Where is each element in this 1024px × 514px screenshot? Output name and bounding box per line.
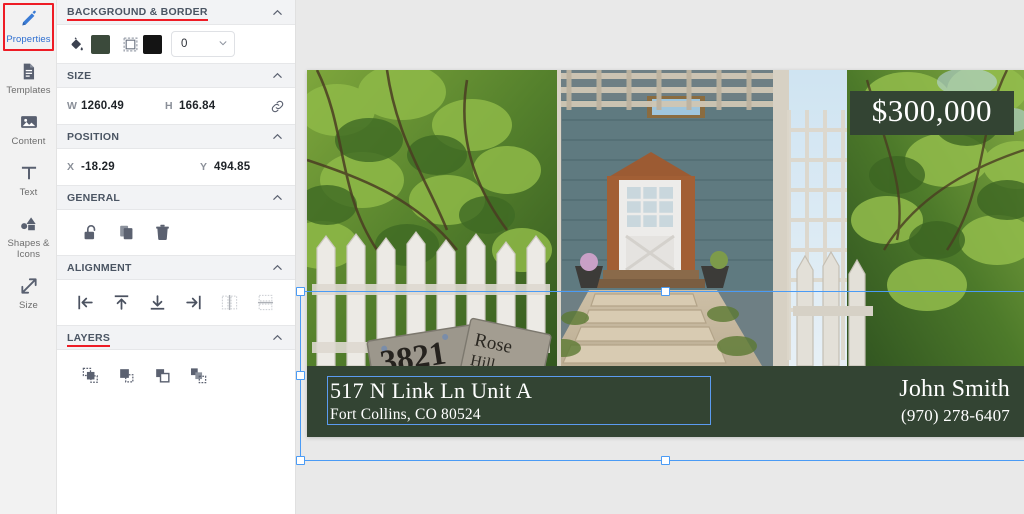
y-value: 494.85 [214,161,251,173]
properties-panel: BACKGROUND & BORDER 0 SIZE W 1260.49 H 1… [57,0,296,514]
send-backward-icon[interactable] [144,361,180,389]
section-title: ALIGNMENT [67,261,132,274]
chevron-up-icon[interactable] [272,192,283,203]
section-header-position[interactable]: POSITION [57,124,295,149]
agent-name: John Smith [899,376,1010,402]
bring-to-front-icon[interactable] [72,361,108,389]
section-header-size[interactable]: SIZE [57,63,295,88]
sidebar-item-label: Properties [6,34,51,45]
sidebar-item-text[interactable]: Text [0,155,57,206]
y-position-field[interactable]: Y 494.85 [200,161,250,173]
resize-handle-middle-left[interactable] [296,371,305,380]
artboard[interactable]: 3821 Rose Hill $300,000 517 N Link Ln Un… [307,70,1024,437]
chevron-up-icon[interactable] [272,131,283,142]
section-title: BACKGROUND & BORDER [67,6,208,21]
height-value: 166.84 [179,100,216,112]
trash-icon[interactable] [144,219,180,247]
agent-info[interactable]: John Smith (970) 278-6407 [899,374,1010,427]
sidebar-item-label: Text [19,187,38,198]
price-banner[interactable]: $300,000 [849,91,1014,135]
resize-handle-bottom-left[interactable] [296,456,305,465]
section-header-background-border[interactable]: BACKGROUND & BORDER [57,0,295,25]
align-right-icon[interactable] [175,289,211,317]
sidebar-item-shapes-icons[interactable]: Shapes & Icons [0,206,57,268]
chevron-up-icon[interactable] [272,7,283,18]
sidebar-item-label: Size [19,300,38,311]
design-canvas[interactable]: 3821 Rose Hill $300,000 517 N Link Ln Un… [296,0,1024,514]
position-controls: X -18.29 Y 494.85 [57,149,295,185]
chevron-down-icon [218,38,228,51]
border-width-select[interactable]: 0 [171,31,235,57]
duplicate-icon[interactable] [108,219,144,247]
text-t-icon [2,162,55,184]
width-field[interactable]: W 1260.49 [67,100,165,112]
sidebar-item-properties[interactable]: Properties [0,2,57,53]
width-label: W [67,100,77,112]
paint-bucket-icon[interactable] [67,35,85,53]
y-label: Y [200,161,208,173]
layers-controls [57,350,295,400]
general-controls [57,210,295,255]
chevron-up-icon[interactable] [272,70,283,81]
resize-arrows-icon [2,275,55,297]
pencil-icon [2,9,55,31]
link-chain-icon[interactable] [269,98,285,114]
left-tool-rail: Properties Templates Content Text Shapes [0,0,57,514]
address-text-box[interactable]: 517 N Link Ln Unit A Fort Collins, CO 80… [327,376,711,425]
x-value: -18.29 [81,161,115,173]
sidebar-item-label: Shapes & Icons [7,238,50,260]
alignment-controls [57,280,295,325]
section-title: SIZE [67,69,92,82]
border-width-value: 0 [181,38,188,50]
unlock-icon[interactable] [72,219,108,247]
align-top-icon[interactable] [103,289,139,317]
align-bottom-icon[interactable] [139,289,175,317]
chevron-up-icon[interactable] [272,262,283,273]
background-border-controls: 0 [57,25,295,63]
image-icon [2,111,55,133]
chevron-up-icon[interactable] [272,332,283,343]
address-line-1: 517 N Link Ln Unit A [330,378,533,403]
x-label: X [67,161,75,173]
sidebar-item-content[interactable]: Content [0,104,57,155]
border-box-icon[interactable] [122,36,138,52]
agent-phone: (970) 278-6407 [900,406,1010,425]
background-color-swatch[interactable] [91,34,110,54]
align-center-vertical-icon[interactable] [247,289,283,317]
shapes-icon [2,213,55,235]
section-header-layers[interactable]: LAYERS [57,325,295,350]
width-value: 1260.49 [81,100,124,112]
bring-forward-icon[interactable] [108,361,144,389]
align-left-icon[interactable] [67,289,103,317]
send-to-back-icon[interactable] [180,361,216,389]
property-photo[interactable]: 3821 Rose Hill $300,000 [307,70,1024,366]
resize-handle-top-left[interactable] [296,287,305,296]
x-position-field[interactable]: X -18.29 [67,161,200,173]
border-color-swatch[interactable] [143,34,162,54]
sidebar-item-templates[interactable]: Templates [0,53,57,104]
section-header-alignment[interactable]: ALIGNMENT [57,255,295,280]
section-title: POSITION [67,130,120,143]
price-text: $300,000 [871,93,992,128]
sidebar-item-size[interactable]: Size [0,268,57,319]
section-header-general[interactable]: GENERAL [57,185,295,210]
height-field[interactable]: H 166.84 [165,100,215,112]
sidebar-item-label: Templates [6,85,51,96]
section-title: LAYERS [67,331,111,347]
size-controls: W 1260.49 H 166.84 [57,88,295,124]
align-center-horizontal-icon[interactable] [211,289,247,317]
document-icon [2,60,55,82]
height-label: H [165,100,173,112]
address-line-2: Fort Collins, CO 80524 [330,406,481,423]
info-bar[interactable]: 517 N Link Ln Unit A Fort Collins, CO 80… [307,366,1024,437]
sidebar-item-label: Content [11,136,46,147]
resize-handle-bottom-center[interactable] [660,456,670,465]
section-title: GENERAL [67,191,121,204]
